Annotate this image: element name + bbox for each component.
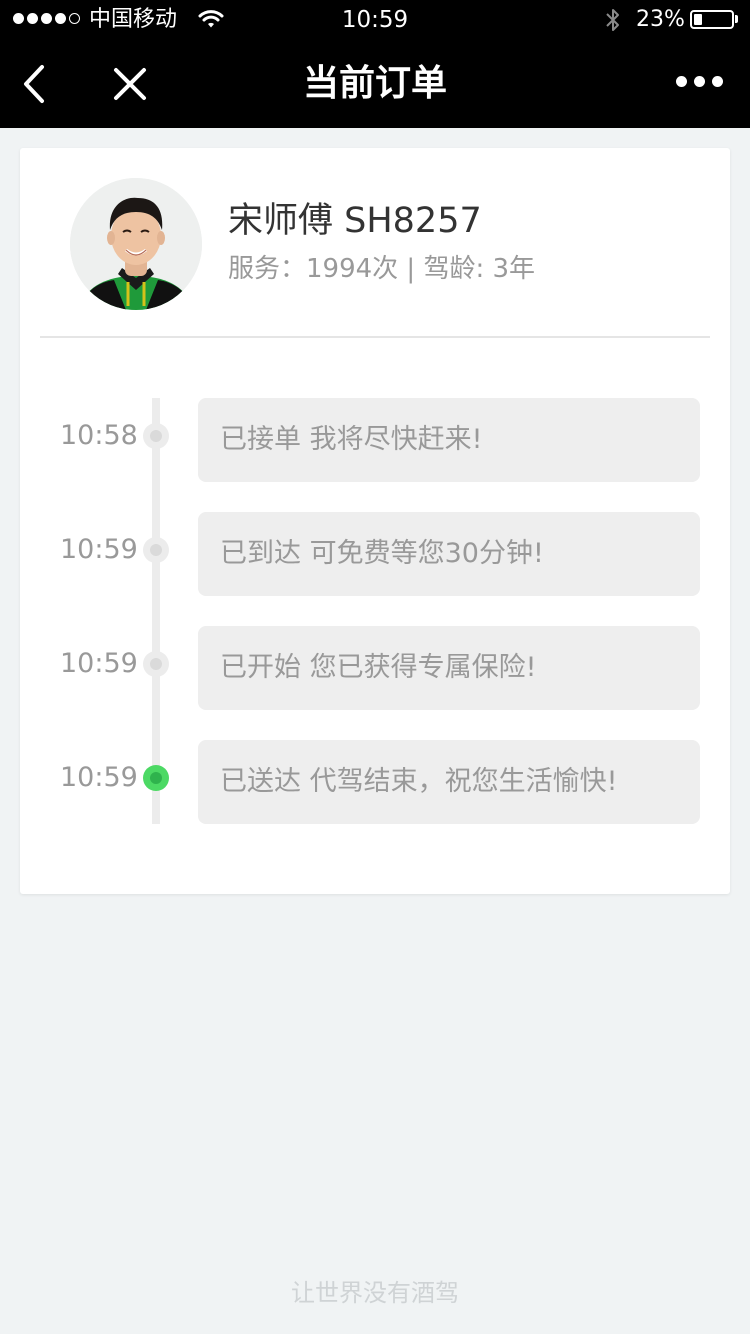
timeline-message: 已接单 我将尽快赶来! <box>198 398 700 482</box>
timeline-time: 10:59 <box>60 648 138 679</box>
footer-slogan: 让世界没有酒驾 <box>291 1279 459 1307</box>
battery-percent: 23% <box>636 7 685 32</box>
timeline-node-active <box>143 765 169 791</box>
timeline-item: 10:59 已送达 代驾结束，祝您生活愉快! <box>20 740 730 824</box>
timeline-item: 10:59 已到达 可免费等您30分钟! <box>20 512 730 596</box>
order-card: 宋师傅 SH8257 服务：1994次 | 驾龄: 3年 10:58 已接单 我… <box>20 148 730 894</box>
page-title: 当前订单 <box>302 63 447 104</box>
timeline-time: 10:59 <box>60 762 138 793</box>
driver-name: 宋师傅 SH8257 <box>228 201 482 241</box>
battery-tip <box>735 15 738 23</box>
bluetooth-icon <box>606 9 619 31</box>
driver-stats: 服务：1994次 | 驾龄: 3年 <box>228 254 536 284</box>
timeline-item: 10:58 已接单 我将尽快赶来! <box>20 398 730 482</box>
timeline-message: 已送达 代驾结束，祝您生活愉快! <box>198 740 700 824</box>
timeline-message: 已到达 可免费等您30分钟! <box>198 512 700 596</box>
timeline-node <box>143 423 169 449</box>
driver-avatar <box>70 178 202 310</box>
timeline-time: 10:59 <box>60 534 138 565</box>
timeline-item: 10:59 已开始 您已获得专属保险! <box>20 626 730 710</box>
divider <box>40 336 710 338</box>
timeline-node <box>143 537 169 563</box>
nav-bar: 当前订单 <box>0 40 750 128</box>
driver-photo <box>70 178 202 310</box>
status-bar: 中国移动 10:59 23% <box>0 0 750 40</box>
timeline-time: 10:58 <box>60 420 138 451</box>
battery-icon <box>690 10 734 29</box>
battery-level <box>694 14 702 25</box>
more-dots-icon[interactable] <box>676 76 723 87</box>
timeline-message: 已开始 您已获得专属保险! <box>198 626 700 710</box>
timeline-node <box>143 651 169 677</box>
